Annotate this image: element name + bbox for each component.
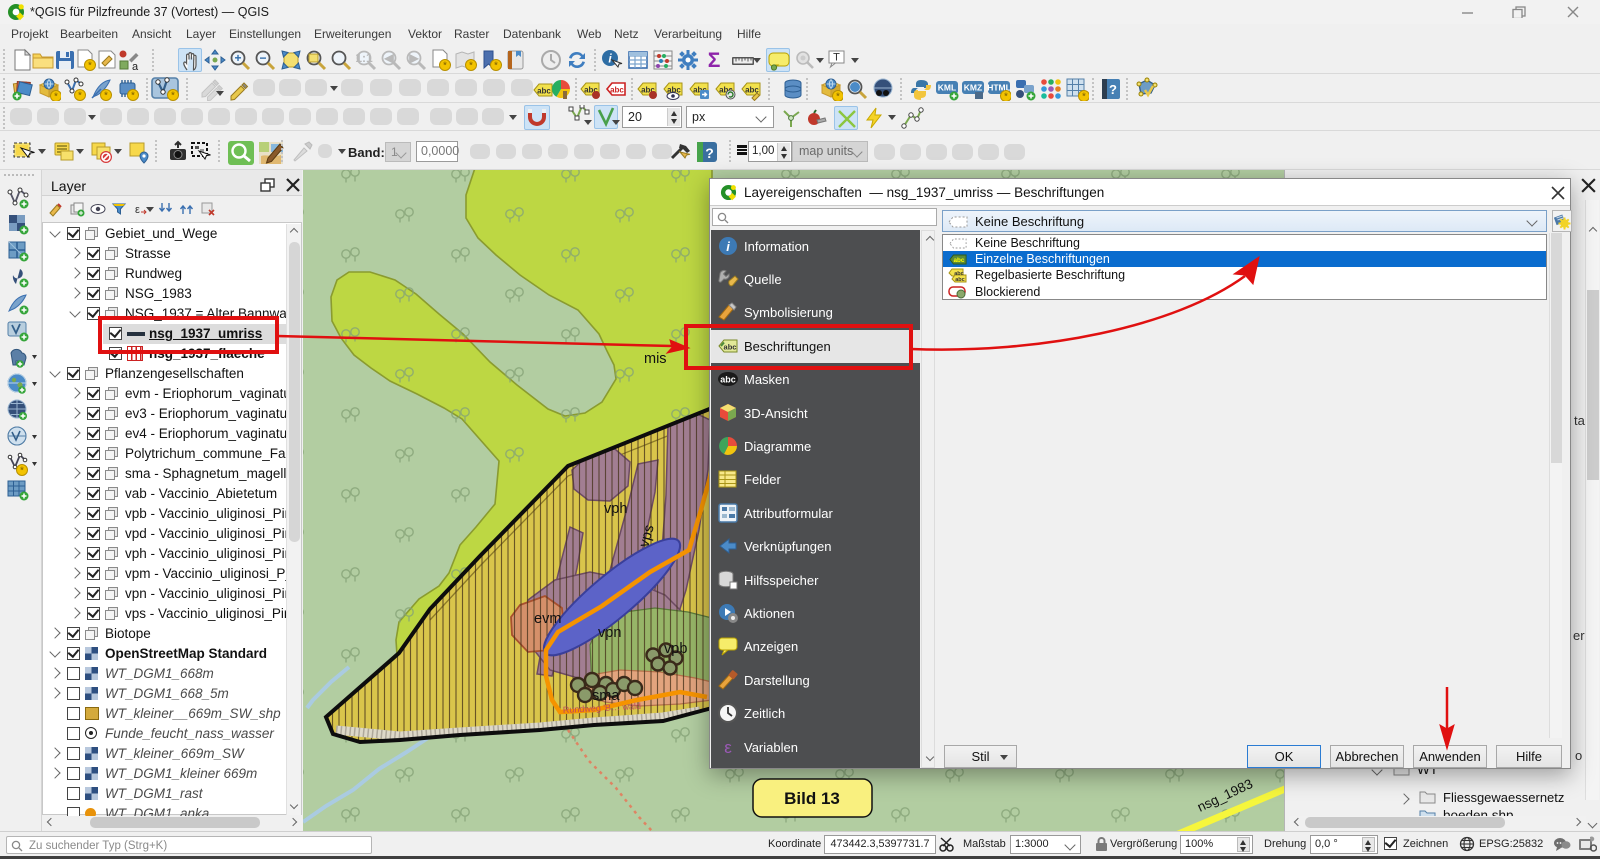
svg-text:abc: abc [955, 277, 964, 283]
svg-text:evm: evm [534, 611, 561, 627]
svg-text:vpb: vpb [664, 641, 687, 657]
svg-text:vpn: vpn [598, 625, 621, 641]
svg-text:abc: abc [610, 86, 624, 95]
svg-text:+: + [234, 51, 241, 65]
svg-text:*: * [20, 466, 24, 477]
svg-text:T: T [833, 52, 840, 64]
svg-text:*: * [1082, 92, 1086, 102]
svg-text:mis: mis [644, 351, 667, 367]
svg-text:Σ: Σ [708, 49, 721, 72]
svg-text:1:1: 1:1 [355, 51, 373, 65]
svg-text:?: ? [705, 145, 714, 161]
svg-text:abc: abc [720, 375, 736, 385]
svg-text:−: − [259, 51, 266, 65]
svg-text:◀: ◀ [383, 51, 394, 65]
svg-text:*: * [171, 91, 175, 102]
svg-text:abc: abc [953, 257, 964, 264]
svg-text:*: * [131, 91, 135, 102]
svg-text:vph: vph [604, 501, 627, 517]
svg-text:KML: KML [938, 83, 956, 93]
svg-text:?: ? [1109, 82, 1117, 97]
svg-text:▶: ▶ [408, 51, 419, 65]
svg-text:ε: ε [135, 204, 140, 216]
svg-text:*: * [836, 92, 840, 102]
svg-text:*: * [88, 61, 92, 72]
svg-text:*: * [469, 61, 473, 72]
svg-text:KMZ: KMZ [964, 83, 982, 93]
svg-text:abc: abc [724, 343, 737, 352]
svg-text:*: * [78, 91, 82, 102]
svg-text:*: * [104, 91, 108, 102]
svg-text:*: * [443, 61, 447, 72]
svg-text:a: a [132, 61, 139, 72]
svg-text:*: * [54, 92, 58, 102]
svg-text:*: * [494, 61, 498, 72]
svg-text:ε: ε [724, 738, 732, 757]
svg-text:i: i [726, 239, 730, 254]
svg-text:sma: sma [592, 688, 620, 704]
svg-text:*: * [1004, 92, 1008, 102]
